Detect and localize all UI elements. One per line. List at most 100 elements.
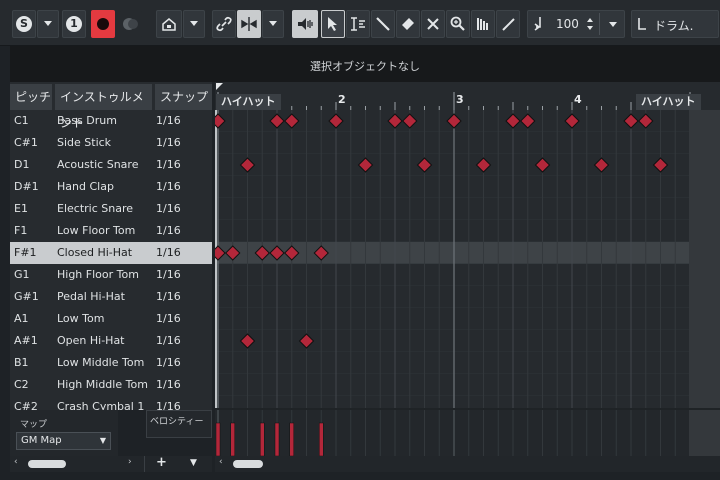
speaker-button[interactable] xyxy=(292,10,318,38)
row-instrument: Acoustic Snare xyxy=(57,158,139,171)
monitor-button[interactable] xyxy=(119,10,143,38)
drum-row[interactable]: C#1 Side Stick 1/16 xyxy=(10,132,212,154)
drum-row[interactable]: C2 High Middle Tom 1/16 xyxy=(10,374,212,396)
lane[interactable] xyxy=(215,264,689,286)
stepper-icon[interactable] xyxy=(586,16,594,32)
row-pitch: G1 xyxy=(14,268,30,281)
lane[interactable] xyxy=(215,132,689,154)
range-tool[interactable] xyxy=(346,10,370,38)
auto-scroll-dropdown[interactable] xyxy=(183,10,205,38)
row-instrument: High Middle Tom xyxy=(57,378,148,391)
drum-row[interactable]: A#1 Open Hi-Hat 1/16 xyxy=(10,330,212,352)
cycle-marker-start[interactable]: ハイハット xyxy=(216,94,281,110)
erase-tool[interactable] xyxy=(396,10,420,38)
velocity-bar[interactable] xyxy=(289,422,294,456)
drum-row[interactable]: F#1 Closed Hi-Hat 1/16 xyxy=(10,242,212,264)
chevron-down-icon xyxy=(44,21,52,26)
pointer-tool[interactable] xyxy=(321,10,345,38)
mute-tool[interactable] xyxy=(421,10,445,38)
ruler[interactable]: 2 3 4 5 ハイハット ハイハット xyxy=(215,82,720,110)
row-pitch: F#1 xyxy=(14,246,37,259)
drum-row[interactable]: G#1 Pedal Hi-Hat 1/16 xyxy=(10,286,212,308)
velocity-bar[interactable] xyxy=(319,422,324,456)
add-lane-icon[interactable]: + xyxy=(156,455,167,470)
snap-header[interactable]: スナップ xyxy=(155,84,212,110)
speaker-icon xyxy=(298,18,313,30)
velocity-bar[interactable] xyxy=(215,422,221,456)
drum-row[interactable]: C1 Bass Drum 1/16 xyxy=(10,110,212,132)
drum-row[interactable]: D#1 Hand Clap 1/16 xyxy=(10,176,212,198)
lane[interactable] xyxy=(215,198,689,220)
drum-row[interactable]: B1 Low Middle Tom 1/16 xyxy=(10,352,212,374)
row-snap: 1/16 xyxy=(156,180,181,193)
line-tool[interactable] xyxy=(496,10,520,38)
velocity-bar[interactable] xyxy=(230,422,235,456)
solo-icon: S xyxy=(16,16,32,32)
row-instrument: Low Middle Tom xyxy=(57,356,145,369)
drum-row[interactable]: E1 Electric Snare 1/16 xyxy=(10,198,212,220)
grid-scroll-thumb[interactable] xyxy=(233,460,263,468)
out-of-range-area xyxy=(689,410,720,456)
lane[interactable] xyxy=(215,330,689,352)
scroll-right-icon[interactable]: › xyxy=(128,457,132,467)
quantize-value[interactable]: 100 xyxy=(556,17,579,31)
map-label: マップ xyxy=(20,420,48,430)
map-panel: マップ GM Map ▼ xyxy=(10,410,118,456)
lane[interactable] xyxy=(215,154,689,176)
note-grid[interactable]: 2 3 4 5 ハイハット ハイハット ‹ xyxy=(215,82,720,472)
lane[interactable] xyxy=(215,176,689,198)
row-pitch: B1 xyxy=(14,356,29,369)
draw-line-tool[interactable] xyxy=(371,10,395,38)
cycle-marker-end[interactable]: ハイハット xyxy=(636,94,701,110)
velocity-bar[interactable] xyxy=(274,422,280,456)
velocity-controller-label-box[interactable]: ベロシティー xyxy=(146,410,212,438)
divider xyxy=(599,13,600,35)
drum-row[interactable]: C#2 Crash Cymbal 1 1/16 xyxy=(10,396,212,410)
record-button[interactable] xyxy=(91,10,115,38)
divider xyxy=(144,456,145,472)
lane[interactable] xyxy=(215,396,689,408)
lane[interactable] xyxy=(215,308,689,330)
row-pitch: E1 xyxy=(14,202,28,215)
chevron-down-icon[interactable] xyxy=(608,21,618,29)
drum-row[interactable]: G1 High Floor Tom 1/16 xyxy=(10,264,212,286)
lane[interactable] xyxy=(215,352,689,374)
note-lanes[interactable] xyxy=(215,110,720,408)
link-button[interactable] xyxy=(212,10,236,38)
auto-scroll-button[interactable] xyxy=(156,10,182,38)
left-scroll-thumb[interactable] xyxy=(28,460,66,468)
drum-row[interactable]: A1 Low Tom 1/16 xyxy=(10,308,212,330)
lane[interactable] xyxy=(215,374,689,396)
velocity-label: ベロシティー xyxy=(150,417,204,427)
row-instrument: High Floor Tom xyxy=(57,268,139,281)
drum-row[interactable]: D1 Acoustic Snare 1/16 xyxy=(10,154,212,176)
row-snap: 1/16 xyxy=(156,268,181,281)
zoom-tool[interactable] xyxy=(446,10,470,38)
scroll-left-icon[interactable]: ‹ xyxy=(14,457,18,467)
lane[interactable] xyxy=(215,220,689,242)
drum-row[interactable]: F1 Low Floor Tom 1/16 xyxy=(10,220,212,242)
lane[interactable] xyxy=(215,286,689,308)
drumstick-tool[interactable] xyxy=(471,10,495,38)
row-snap: 1/16 xyxy=(156,136,181,149)
solo-button[interactable]: S xyxy=(12,10,36,38)
row-instrument: Closed Hi-Hat xyxy=(57,246,133,259)
snap-dropdown[interactable] xyxy=(262,10,284,38)
pitch-header[interactable]: ピッチ xyxy=(10,84,52,110)
row-instrument: Crash Cymbal 1 xyxy=(57,400,145,410)
scroll-left-icon[interactable]: ‹ xyxy=(219,457,223,467)
bar-number: 4 xyxy=(574,93,582,106)
one-button[interactable]: 1 xyxy=(62,10,86,38)
map-select[interactable]: GM Map ▼ xyxy=(16,432,111,450)
snap-button[interactable] xyxy=(237,10,261,38)
velocity-lane[interactable] xyxy=(215,410,720,456)
drum-map-select[interactable]: ドラム. xyxy=(631,10,719,38)
velocity-bar[interactable] xyxy=(260,422,265,456)
solo-dropdown-button[interactable] xyxy=(37,10,59,38)
instrument-header[interactable]: インストゥルメント xyxy=(55,84,152,130)
eraser-icon xyxy=(402,18,414,30)
row-pitch: G#1 xyxy=(14,290,39,303)
info-line: 選択オブジェクトなし xyxy=(10,46,720,82)
bars-icon xyxy=(477,18,488,30)
chevron-down-icon[interactable]: ▼ xyxy=(190,458,197,468)
